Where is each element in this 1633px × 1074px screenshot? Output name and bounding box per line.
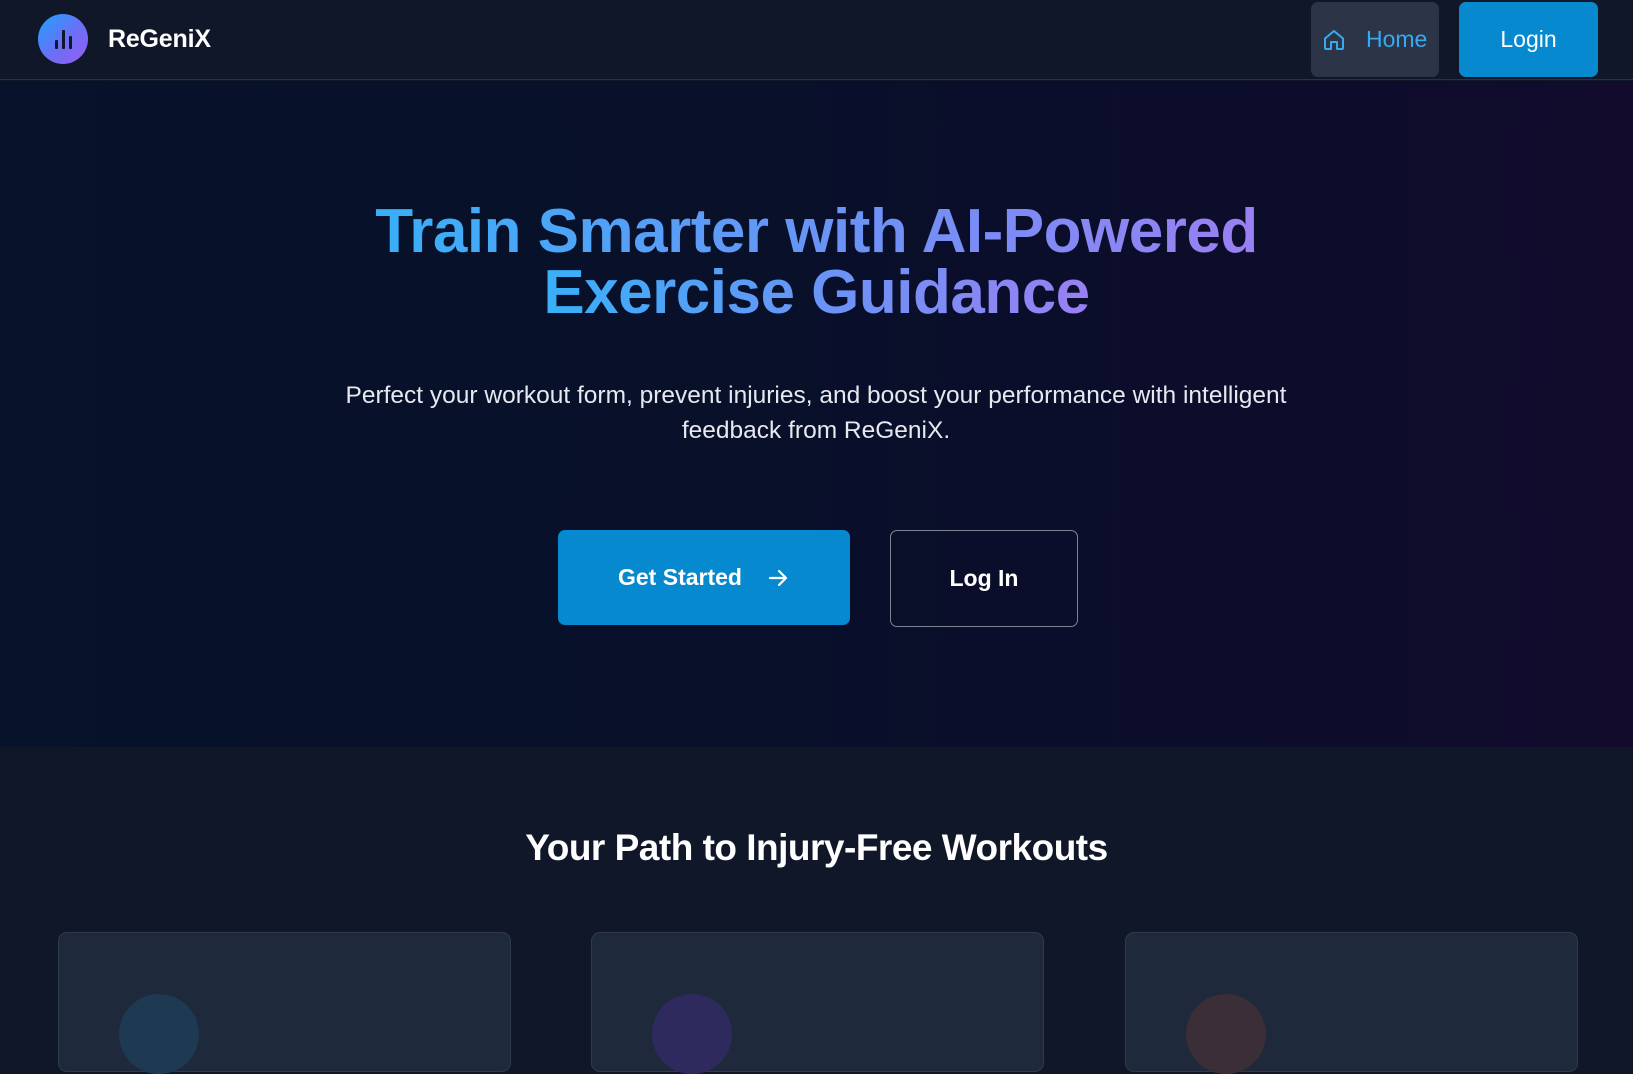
feature-card	[1125, 932, 1578, 1074]
logo-bar	[61, 30, 65, 49]
log-in-label: Log In	[949, 565, 1019, 591]
feature-icon-circle	[652, 994, 732, 1074]
login-nav-label: Login	[1500, 26, 1557, 52]
feature-card	[58, 932, 511, 1074]
path-section: Your Path to Injury-Free Workouts	[0, 747, 1633, 1074]
feature-icon-circle	[1186, 994, 1266, 1074]
hero-title-line: Exercise Guidance	[543, 258, 1090, 327]
brand[interactable]: ReGeniX	[38, 14, 211, 64]
hero-section: Train Smarter with AI-Powered Exercise G…	[0, 81, 1633, 747]
logo-bar	[68, 36, 72, 49]
arrow-right-icon	[768, 569, 788, 586]
hero-title: Train Smarter with AI-Powered Exercise G…	[0, 197, 1633, 327]
section-title: Your Path to Injury-Free Workouts	[525, 827, 1108, 868]
feature-card	[591, 932, 1044, 1074]
brand-name: ReGeniX	[108, 24, 211, 53]
log-in-button[interactable]: Log In	[890, 530, 1078, 627]
bar-chart-icon	[38, 14, 88, 64]
logo-bar	[54, 40, 58, 49]
top-navbar: ReGeniX Home Login	[0, 0, 1633, 80]
hero-title-line: Train Smarter with AI-Powered	[375, 197, 1258, 266]
home-nav-label: Home	[1366, 26, 1428, 52]
get-started-button[interactable]: Get Started	[558, 530, 850, 625]
hero-subtitle: Perfect your workout form, prevent injur…	[345, 382, 1287, 444]
get-started-label: Get Started	[618, 564, 742, 590]
feature-icon-circle	[119, 994, 199, 1074]
login-nav-button[interactable]: Login	[1459, 2, 1598, 77]
home-nav-button[interactable]: Home	[1311, 2, 1439, 77]
home-icon	[1324, 29, 1344, 50]
